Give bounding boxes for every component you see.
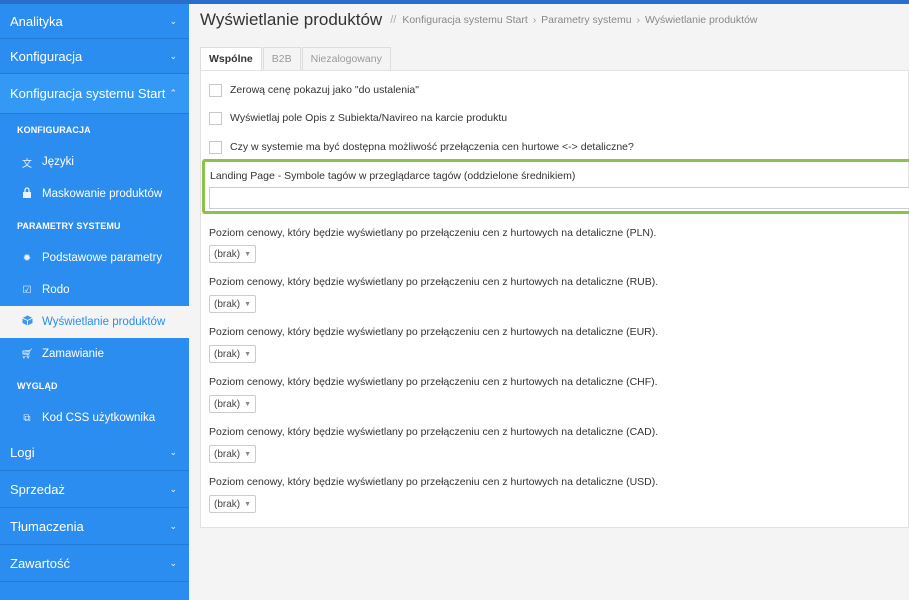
sidebar-item-label: Rodo [42, 284, 70, 296]
sidebar-section-label: Konfiguracja systemu Start [10, 86, 166, 101]
select-value: (brak) [214, 398, 241, 410]
sidebar-item-kod-css[interactable]: ⧉ Kod CSS użytkownika [0, 402, 189, 434]
select-value: (brak) [214, 298, 241, 310]
tab-b2b[interactable]: B2B [262, 47, 301, 70]
sidebar-section-konfiguracja-systemu-start[interactable]: Konfiguracja systemu Start ⌃ [0, 74, 189, 114]
price-level-select-pln[interactable]: (brak) ▼ [209, 245, 256, 263]
sidebar-section-sprzedaz[interactable]: Sprzedaż ⌄ [0, 471, 189, 508]
page-header: Wyświetlanie produktów // Konfiguracja s… [189, 4, 909, 36]
cart-icon: 🛒︎ [20, 348, 34, 360]
checkbox-row: Czy w systemie ma być dostępna możliwość… [209, 138, 634, 156]
sidebar-section-label: Tłumaczenia [10, 518, 84, 534]
sidebar-item-podstawowe[interactable]: ✹ Podstawowe parametry [0, 242, 189, 274]
price-level-label: Poziom cenowy, który będzie wyświetlany … [209, 376, 658, 388]
sidebar-item-rodo[interactable]: ☑ Rodo [0, 274, 189, 306]
chevron-down-icon: ⌄ [169, 483, 177, 494]
sidebar-section-analityka[interactable]: Analityka ⌄ [0, 4, 189, 39]
sidebar-section-label: Analityka [10, 13, 63, 29]
main-content: Wyświetlanie produktów // Konfiguracja s… [189, 4, 909, 600]
tab-wspolne[interactable]: Wspólne [200, 47, 262, 70]
sidebar-item-label: Wyświetlanie produktów [42, 316, 166, 328]
sidebar-section-label: Konfiguracja [10, 48, 83, 64]
checkbox-row: Wyświetlaj pole Opis z Subiekta/Navireo … [209, 109, 507, 127]
sidebar-group-konfiguracja: KONFIGURACJA [17, 125, 91, 135]
sidebar-section-konfiguracja[interactable]: Konfiguracja ⌄ [0, 39, 189, 74]
caret-down-icon: ▼ [244, 400, 252, 408]
sidebar-item-label: Maskowanie produktów [42, 188, 163, 200]
sidebar-item-label: Języki [42, 156, 74, 168]
language-icon: 文 [22, 158, 32, 170]
price-level-select-cad[interactable]: (brak) ▼ [209, 445, 256, 463]
price-level-select-chf[interactable]: (brak) ▼ [209, 395, 256, 413]
tabs: Wspólne B2B Niezalogowany [200, 47, 392, 70]
chevron-down-icon: ⌄ [169, 15, 177, 26]
breadcrumb-item[interactable]: Konfiguracja systemu Start [402, 14, 527, 26]
checkbox-zero-price[interactable] [209, 83, 222, 97]
sidebar-item-jezyki[interactable]: 文 Języki [0, 146, 189, 178]
sidebar-item-label: Kod CSS użytkownika [42, 412, 156, 424]
breadcrumb-item: Wyświetlanie produktów [644, 14, 758, 26]
checkbox-label: Czy w systemie ma być dostępna możliwość… [230, 141, 634, 153]
sidebar-section-label: Sprzedaż [10, 481, 65, 497]
caret-down-icon: ▼ [244, 300, 252, 308]
price-level-select-eur[interactable]: (brak) ▼ [209, 345, 256, 363]
sidebar-section-tlumaczenia[interactable]: Tłumaczenia ⌄ [0, 508, 189, 545]
sidebar-group-wyglad: WYGLĄD [17, 381, 58, 391]
sidebar-section-logi[interactable]: Logi ⌄ [0, 434, 189, 471]
breadcrumb-item[interactable]: Parametry systemu [541, 14, 631, 26]
chevron-right-icon: › [636, 14, 640, 26]
price-level-label: Poziom cenowy, który będzie wyświetlany … [209, 476, 659, 488]
caret-down-icon: ▼ [244, 450, 252, 458]
checkbox-label: Zerową cenę pokazuj jako "do ustalenia" [230, 84, 419, 96]
page-title: Wyświetlanie produktów [200, 10, 383, 29]
chevron-down-icon: ⌄ [169, 557, 177, 568]
gear-icon: ✹ [22, 252, 32, 264]
sidebar-section-label: Logi [10, 444, 35, 460]
price-level-select-usd[interactable]: (brak) ▼ [209, 495, 256, 513]
sidebar-item-maskowanie[interactable]: Maskowanie produktów [0, 178, 189, 210]
caret-down-icon: ▼ [244, 250, 252, 258]
cube-icon [20, 315, 34, 329]
chevron-right-icon: › [532, 14, 537, 26]
caret-down-icon: ▼ [244, 350, 252, 358]
sidebar-section-zawartosc[interactable]: Zawartość ⌄ [0, 545, 189, 582]
chevron-down-icon: ⌄ [169, 446, 177, 457]
landing-page-label: Landing Page - Symbole tagów w przegląda… [210, 170, 576, 182]
lock-icon [20, 187, 34, 201]
settings-panel: Zerową cenę pokazuj jako "do ustalenia" … [200, 70, 909, 528]
price-level-label: Poziom cenowy, który będzie wyświetlany … [209, 426, 659, 438]
landing-page-highlight: Landing Page - Symbole tagów w przegląda… [202, 159, 909, 214]
checkbox-price-switch[interactable] [209, 140, 222, 154]
checkbox-label: Wyświetlaj pole Opis z Subiekta/Navireo … [230, 112, 508, 124]
price-level-label: Poziom cenowy, który będzie wyświetlany … [209, 326, 659, 338]
sidebar: Analityka ⌄ Konfiguracja ⌄ Konfiguracja … [0, 4, 189, 600]
sidebar-item-zamawianie[interactable]: 🛒︎ Zamawianie [0, 338, 189, 370]
sidebar-section-label: Zawartość [10, 555, 70, 571]
sidebar-item-label: Zamawianie [42, 348, 104, 360]
sidebar-item-wyswietlanie[interactable]: Wyświetlanie produktów [0, 306, 189, 338]
chevron-up-icon: ⌃ [169, 88, 177, 98]
price-level-label: Poziom cenowy, który będzie wyświetlany … [209, 227, 657, 239]
chevron-down-icon: ⌄ [169, 520, 177, 531]
price-level-select-rub[interactable]: (brak) ▼ [209, 295, 256, 313]
checkbox-row: Zerową cenę pokazuj jako "do ustalenia" [209, 81, 419, 99]
checkbox-opis[interactable] [209, 111, 222, 125]
breadcrumb-separator: // [390, 14, 397, 26]
select-value: (brak) [214, 448, 241, 460]
select-value: (brak) [214, 248, 241, 260]
select-value: (brak) [214, 498, 241, 510]
tab-niezalogowany[interactable]: Niezalogowany [301, 47, 391, 70]
code-icon: ⧉ [23, 412, 31, 424]
select-value: (brak) [214, 348, 241, 360]
price-level-label: Poziom cenowy, który będzie wyświetlany … [209, 276, 659, 288]
chevron-down-icon: ⌄ [169, 50, 177, 61]
sidebar-group-parametry: PARAMETRY SYSTEMU [17, 221, 121, 231]
sidebar-item-label: Podstawowe parametry [42, 252, 163, 264]
landing-page-input[interactable] [209, 187, 909, 209]
caret-down-icon: ▼ [244, 500, 252, 508]
checkbox-icon: ☑ [22, 284, 32, 296]
